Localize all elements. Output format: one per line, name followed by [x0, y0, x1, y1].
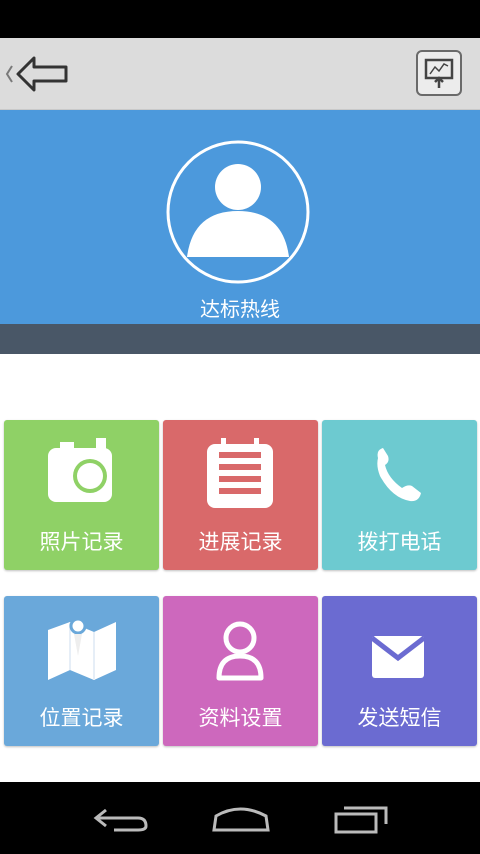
navigation-bar — [0, 782, 480, 854]
person-icon — [163, 614, 318, 686]
chart-presentation-icon — [424, 58, 454, 88]
hero-banner: 达标热线 — [0, 110, 480, 324]
envelope-icon — [322, 614, 477, 686]
tile-label: 拨打电话 — [357, 530, 442, 554]
tile-make-call[interactable]: 拨打电话 — [322, 420, 477, 570]
phone-icon — [322, 438, 477, 510]
user-avatar-icon — [166, 140, 310, 284]
tile-label: 位置记录 — [39, 706, 124, 730]
nav-back-button[interactable] — [86, 800, 156, 836]
nav-home-button[interactable] — [206, 800, 276, 836]
back-arrow-icon — [5, 56, 68, 92]
nav-recents-button[interactable] — [328, 800, 398, 836]
nav-back-icon — [93, 808, 148, 832]
avatar[interactable] — [165, 139, 311, 285]
hero-title: 达标热线 — [200, 297, 280, 321]
tile-label: 资料设置 — [198, 706, 283, 730]
tile-label: 进展记录 — [198, 530, 283, 554]
tile-send-sms[interactable]: 发送短信 — [322, 596, 477, 746]
camera-icon — [4, 438, 159, 510]
nav-recents-icon — [334, 806, 388, 834]
tile-location-record[interactable]: 位置记录 — [4, 596, 159, 746]
back-button[interactable] — [4, 54, 74, 94]
top-bar — [0, 38, 480, 110]
map-icon — [4, 614, 159, 686]
nav-home-icon — [212, 807, 270, 832]
tile-photo-record[interactable]: 照片记录 — [4, 420, 159, 570]
hero-bottom-bar — [0, 324, 480, 354]
calendar-icon — [163, 438, 318, 510]
chart-presentation-button[interactable] — [416, 50, 462, 96]
status-bar — [0, 0, 480, 38]
tile-label: 发送短信 — [357, 706, 442, 730]
tile-profile-settings[interactable]: 资料设置 — [163, 596, 318, 746]
tile-progress-record[interactable]: 进展记录 — [163, 420, 318, 570]
tile-label: 照片记录 — [39, 530, 124, 554]
